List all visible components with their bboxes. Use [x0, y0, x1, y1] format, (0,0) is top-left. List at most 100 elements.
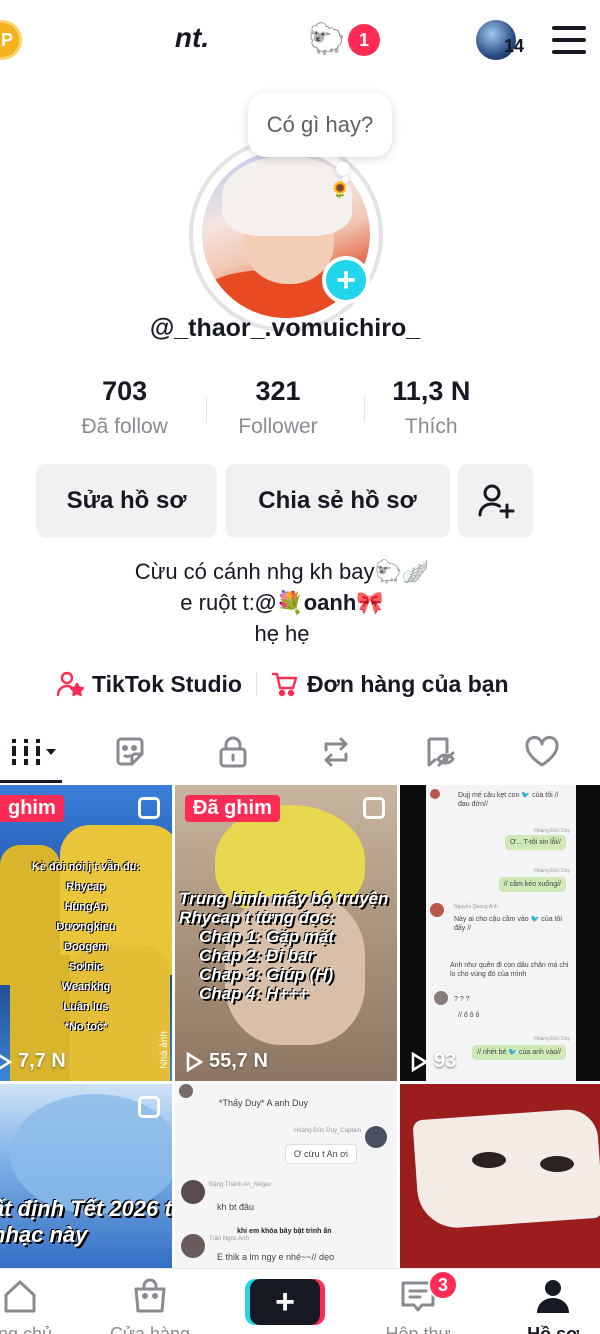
multi-image-icon: [363, 797, 385, 819]
chat-line: Ơ cừu t An ơi: [284, 1144, 357, 1164]
tab-liked[interactable]: [522, 732, 562, 772]
profile-links: TikTok Studio Đơn hàng của bạn: [56, 668, 509, 700]
notification-badge[interactable]: 1: [348, 24, 380, 56]
view-count: 93: [410, 1050, 456, 1073]
stat-value: 321: [255, 376, 301, 406]
stat-label: Follower: [238, 415, 318, 438]
bio-line: e ruột t:@💐oanh🎀: [0, 587, 564, 618]
add-story-button[interactable]: +: [322, 256, 370, 304]
shop-icon: [134, 1278, 166, 1313]
multi-image-icon: [138, 797, 160, 819]
top-bar: P nt. 🐑 1 14: [0, 0, 600, 80]
video-thumbnail[interactable]: [400, 1084, 600, 1274]
nav-profile[interactable]: Hồ sơ: [493, 1277, 600, 1334]
chat-line: // ô ô ô: [458, 1012, 480, 1019]
multi-image-icon: [138, 1096, 160, 1118]
tab-videos[interactable]: [10, 732, 60, 772]
caption-line: Luân lus: [63, 1001, 109, 1013]
caption-line: Doogem: [64, 941, 108, 953]
caption-line: Chap 4: H+++: [199, 984, 309, 1003]
bio-prefix: e ruột t:: [180, 590, 255, 615]
studio-icon: [56, 671, 84, 697]
caption-line: Sơlnic: [68, 961, 104, 973]
create-button[interactable]: +: [250, 1279, 320, 1325]
chat-name: Trần Ngọc Anh: [209, 1236, 249, 1242]
caption-line: Kẻ đòi nói j t vẫn đu:: [31, 861, 141, 873]
home-icon: [4, 1280, 36, 1313]
stat-likes[interactable]: 11,3 N Thích: [355, 376, 508, 446]
cart-icon: [271, 672, 298, 697]
nav-label: Cửa hàng: [109, 1324, 191, 1334]
video-thumbnail[interactable]: Dujj mé cậu kẹt con 🐦 của tôi // đau đớn…: [400, 785, 600, 1081]
stat-followers[interactable]: 321 Follower: [201, 376, 354, 446]
chat-line: // cầm kéo xuống//: [498, 877, 566, 892]
bottom-nav: ang chủ Cửa hàng + Hộp thư Hồ sơ: [0, 1268, 600, 1334]
tab-private[interactable]: [213, 732, 253, 772]
video-thumbnail[interactable]: *Thấy Duy* A anh Duy Hoàng Đức Duy_Capta…: [175, 1084, 397, 1274]
chat-line: kh bt đâu: [217, 1202, 255, 1212]
caption-line: Chap 3: Giúp (H): [199, 965, 334, 984]
bio-line: hẹ hẹ: [254, 621, 310, 646]
tiktok-studio-link[interactable]: TikTok Studio: [56, 670, 242, 698]
lock-icon: [219, 736, 247, 768]
account-count: 14: [504, 36, 525, 56]
stat-following[interactable]: 703 Đã follow: [48, 376, 201, 446]
share-profile-button[interactable]: Chia sẻ hồ sơ: [225, 464, 450, 538]
link-divider: [255, 672, 257, 696]
bio-line: Cừu có cánh nhg kh bay🐑🪽: [134, 559, 430, 584]
chat-name: Hoàng Đức Duy: [534, 868, 570, 874]
play-icon: [411, 1051, 428, 1072]
video-thumbnail[interactable]: ghim Kẻ đòi nói j t vẫn đu: Rhycap HùngA…: [0, 785, 172, 1081]
caption-line: ất định Tết 2026 t: [0, 1196, 172, 1221]
tab-reposts[interactable]: [316, 732, 356, 772]
chat-line: // nhét bé 🐦 của anh vào//: [472, 1045, 566, 1060]
video-caption: Trung bình mấy bộ truyện Rhycap t từng đ…: [179, 889, 395, 1003]
bio-mention[interactable]: @💐oanh🎀: [255, 590, 384, 615]
nav-label: ang chủ: [0, 1324, 53, 1334]
content-tabs: [0, 726, 600, 784]
sheep-icon[interactable]: 🐑: [308, 22, 345, 58]
caption-line: Chap 1: Gặp mặt: [199, 927, 335, 946]
add-friend-button[interactable]: [458, 464, 533, 538]
edit-profile-button[interactable]: Sửa hồ sơ: [36, 464, 217, 538]
caption-line: Rhycap: [66, 881, 106, 893]
username: @_thaor_.vomuichiro_: [149, 314, 421, 342]
video-thumbnail[interactable]: Đã ghim Trung bình mấy bộ truyện Rhycap …: [175, 785, 397, 1081]
chat-name: Nguyễn Quang Anh: [454, 904, 498, 910]
chat-line: E thik a lm ngy e nhé~~// dẹo: [217, 1252, 335, 1262]
nav-shop[interactable]: Cửa hàng: [90, 1277, 210, 1334]
hidden-bookmark-icon: [427, 737, 455, 767]
orders-label: Đơn hàng của bạn: [306, 670, 509, 697]
nav-inbox[interactable]: Hộp thư: [358, 1277, 478, 1334]
nav-label: Hộp thư: [385, 1324, 451, 1334]
view-count: 7,7 N: [0, 1050, 66, 1073]
profile-icon: [537, 1280, 569, 1313]
note-bubble[interactable]: Có gì hay?: [248, 93, 392, 157]
caption-line: Chap 2: Đi bar: [199, 946, 315, 965]
nav-home[interactable]: ang chủ: [0, 1277, 80, 1334]
chat-line: ? ? ?: [454, 996, 470, 1003]
tab-stickers[interactable]: [110, 732, 150, 772]
heart-icon: [525, 735, 559, 767]
menu-icon[interactable]: [552, 26, 586, 54]
chat-name: Hoàng Đức Duy: [534, 1036, 570, 1042]
caption-line: *No toć*: [64, 1021, 108, 1033]
profile-bio: Cừu có cánh nhg kh bay🐑🪽 e ruột t:@💐oanh…: [0, 556, 564, 649]
nav-label: Hồ sơ: [527, 1324, 579, 1334]
caption-line: Trung bình mấy bộ truyện: [179, 889, 389, 908]
video-thumbnail[interactable]: ất định Tết 2026 t nhạc này: [0, 1084, 172, 1274]
chat-line: khi em khóa bây bật trình ấn: [237, 1228, 332, 1235]
view-count: 55,7 N: [185, 1050, 268, 1073]
stat-value: 703: [102, 376, 148, 406]
chat-line: Dujj mé cậu kẹt con 🐦 của tôi // đau đớn…: [458, 792, 559, 808]
stat-value: 11,3 N: [392, 376, 471, 406]
inbox-badge: 3: [428, 1270, 458, 1300]
chat-line: *Thấy Duy* A anh Duy: [219, 1098, 309, 1108]
orders-link[interactable]: Đơn hàng của bạn: [271, 670, 509, 698]
chat-screenshot: Dujj mé cậu kẹt con 🐦 của tôi // đau đớn…: [426, 785, 576, 1081]
tab-saved-hidden[interactable]: [419, 732, 459, 772]
stat-divider: [206, 396, 207, 422]
watermark: Nhà ảnh: [159, 1031, 170, 1069]
active-tab-indicator: [0, 780, 62, 783]
add-user-icon: [478, 484, 514, 519]
